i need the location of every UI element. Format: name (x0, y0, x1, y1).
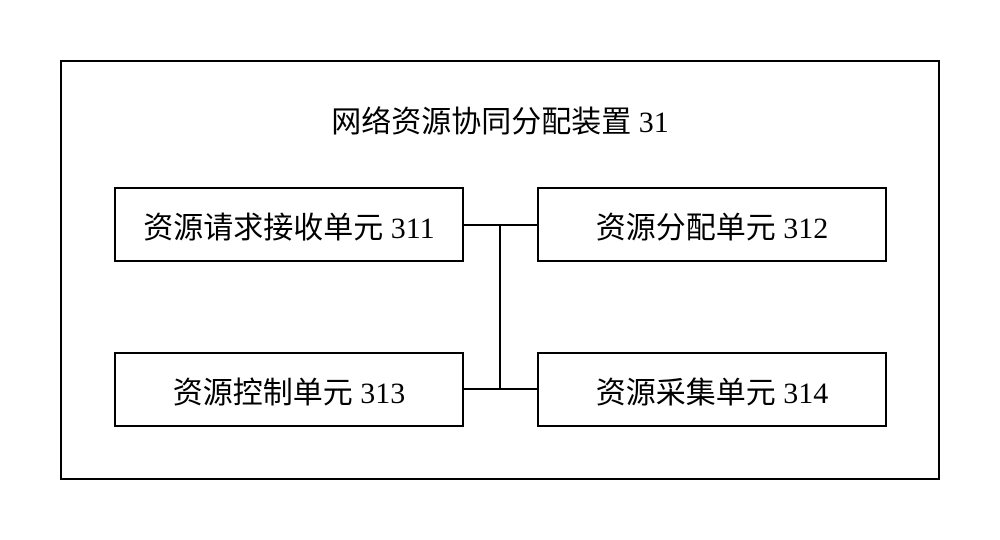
unit-box-314: 资源采集单元 314 (537, 352, 887, 427)
device-title: 网络资源协同分配装置 31 (62, 97, 938, 141)
unit-box-313: 资源控制单元 313 (114, 352, 464, 427)
connector-vertical (499, 224, 501, 390)
unit-label: 资源请求接收单元 311 (143, 203, 434, 247)
unit-box-311: 资源请求接收单元 311 (114, 187, 464, 262)
device-container: 网络资源协同分配装置 31 资源请求接收单元 311 资源分配单元 312 资源… (60, 60, 940, 480)
unit-label: 资源控制单元 313 (173, 368, 406, 412)
unit-label: 资源分配单元 312 (596, 203, 829, 247)
connector-top (464, 224, 537, 226)
connector-bottom (464, 388, 537, 390)
unit-label: 资源采集单元 314 (596, 368, 829, 412)
unit-box-312: 资源分配单元 312 (537, 187, 887, 262)
